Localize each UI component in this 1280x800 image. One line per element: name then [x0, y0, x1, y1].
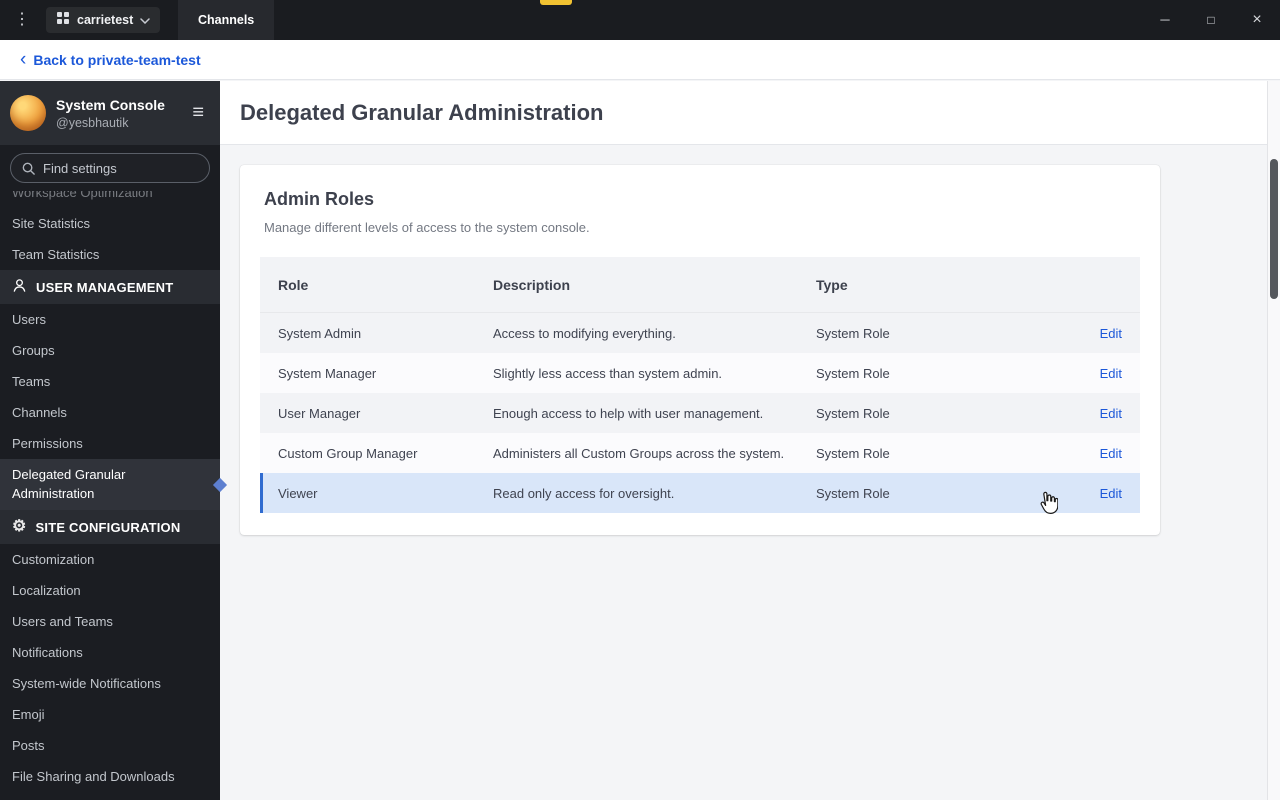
type-cell: System Role [816, 445, 890, 461]
titlebar: ⋮ carrietest Channels ─ □ × [0, 0, 1280, 40]
table-header-row: Role Description Type [260, 257, 1140, 313]
sidebar-item-posts[interactable]: Posts [0, 730, 220, 761]
sidebar-header: System Console @yesbhautik ≡ [0, 81, 220, 145]
gear-icon: ⚙ [12, 518, 27, 535]
table-row: System Admin Access to modifying everyth… [260, 313, 1140, 353]
card-title: Admin Roles [264, 189, 375, 209]
edit-link[interactable]: Edit [1100, 366, 1122, 381]
role-cell: User Manager [278, 405, 361, 421]
console-username: @yesbhautik [56, 115, 129, 130]
app-menu-icon[interactable]: ⋮ [14, 0, 30, 40]
card-subtitle: Manage different levels of access to the… [264, 220, 590, 235]
find-settings-input[interactable] [10, 153, 210, 183]
description-cell: Slightly less access than system admin. [493, 365, 723, 381]
screen-share-indicator [540, 0, 572, 5]
back-chevron-icon: ‹ [20, 48, 27, 70]
sidebar-item-permissions[interactable]: Permissions [0, 428, 220, 459]
description-cell: Access to modifying everything. [493, 325, 676, 341]
admin-roles-card: Admin Roles Manage different levels of a… [240, 165, 1160, 535]
section-header-user-management: USER MANAGEMENT [0, 270, 220, 304]
page-title: Delegated Granular Administration [240, 100, 604, 125]
section-header-label: SITE CONFIGURATION [35, 519, 181, 535]
sidebar-item-localization[interactable]: Localization [0, 575, 220, 606]
column-header-type: Type [816, 276, 848, 293]
table-row: Custom Group Manager Administers all Cus… [260, 433, 1140, 473]
avatar [10, 95, 46, 131]
minimize-button[interactable]: ─ [1142, 0, 1188, 40]
sidebar-item-system-wide-notifications[interactable]: System-wide Notifications [0, 668, 220, 699]
sidebar-item-workspace-optimization[interactable]: Workspace Optimization [0, 191, 220, 208]
sidebar-item-file-sharing-and-downloads[interactable]: File Sharing and Downloads [0, 761, 220, 792]
sidebar-item-groups[interactable]: Groups [0, 335, 220, 366]
server-grid-icon [56, 11, 70, 30]
edit-link[interactable]: Edit [1100, 326, 1122, 341]
sidebar-item-label: Delegated Granular Administration [12, 467, 126, 501]
scrollbar-thumb[interactable] [1270, 159, 1278, 299]
column-header-role: Role [278, 276, 309, 293]
back-to-team-link[interactable]: ‹ Back to private-team-test [20, 40, 201, 80]
sidebar-item-site-statistics[interactable]: Site Statistics [0, 208, 220, 239]
edit-link[interactable]: Edit [1100, 486, 1122, 501]
admin-roles-table: Role Description Type System Admin Acces… [260, 257, 1140, 513]
sidebar-item-delegated-granular-administration[interactable]: Delegated Granular Administration [0, 459, 228, 510]
type-cell: System Role [816, 405, 890, 421]
description-cell: Enough access to help with user manageme… [493, 405, 764, 421]
role-cell: Custom Group Manager [278, 445, 418, 461]
description-cell: Read only access for oversight. [493, 485, 675, 501]
tab-channels[interactable]: Channels [178, 0, 275, 40]
page-header: Delegated Granular Administration [220, 81, 1280, 145]
type-cell: System Role [816, 485, 890, 501]
role-cell: System Manager [278, 365, 377, 381]
table-row-highlighted: Viewer Read only access for oversight. S… [260, 473, 1140, 513]
type-cell: System Role [816, 365, 890, 381]
sidebar-item-emoji[interactable]: Emoji [0, 699, 220, 730]
sidebar-item-notifications[interactable]: Notifications [0, 637, 220, 668]
sidebar-item-channels[interactable]: Channels [0, 397, 220, 428]
system-console-sidebar: System Console @yesbhautik ≡ Workspace O… [0, 81, 228, 800]
page-content: Admin Roles Manage different levels of a… [220, 146, 1280, 800]
server-selector[interactable]: carrietest [46, 7, 161, 33]
maximize-button[interactable]: □ [1188, 0, 1234, 40]
edit-link[interactable]: Edit [1100, 446, 1122, 461]
sidebar-item-customization[interactable]: Customization [0, 544, 220, 575]
column-header-description: Description [493, 276, 571, 293]
back-link-label: Back to private-team-test [33, 52, 201, 68]
sidebar-nav: Workspace Optimization Site Statistics T… [0, 191, 228, 800]
back-bar: ‹ Back to private-team-test [0, 40, 1280, 80]
chevron-down-icon [140, 11, 151, 29]
sidebar-search [0, 145, 220, 191]
description-cell: Administers all Custom Groups across the… [493, 445, 785, 461]
sidebar-item-users[interactable]: Users [0, 304, 220, 335]
hamburger-menu-icon[interactable]: ≡ [192, 102, 204, 125]
edit-link[interactable]: Edit [1100, 406, 1122, 421]
sidebar-item-team-statistics[interactable]: Team Statistics [0, 239, 220, 270]
sidebar-item-teams[interactable]: Teams [0, 366, 220, 397]
table-row: System Manager Slightly less access than… [260, 353, 1140, 393]
server-name: carrietest [77, 13, 134, 27]
close-button[interactable]: × [1234, 0, 1280, 40]
table-row: User Manager Enough access to help with … [260, 393, 1140, 433]
sidebar-item-users-and-teams[interactable]: Users and Teams [0, 606, 220, 637]
section-header-site-configuration: ⚙ SITE CONFIGURATION [0, 510, 220, 544]
search-icon [21, 161, 36, 181]
role-cell: Viewer [278, 485, 318, 501]
section-header-label: USER MANAGEMENT [36, 279, 174, 295]
vertical-scrollbar[interactable] [1267, 81, 1280, 800]
type-cell: System Role [816, 325, 890, 341]
users-icon [12, 278, 27, 296]
role-cell: System Admin [278, 325, 362, 341]
console-title: System Console [56, 96, 165, 113]
